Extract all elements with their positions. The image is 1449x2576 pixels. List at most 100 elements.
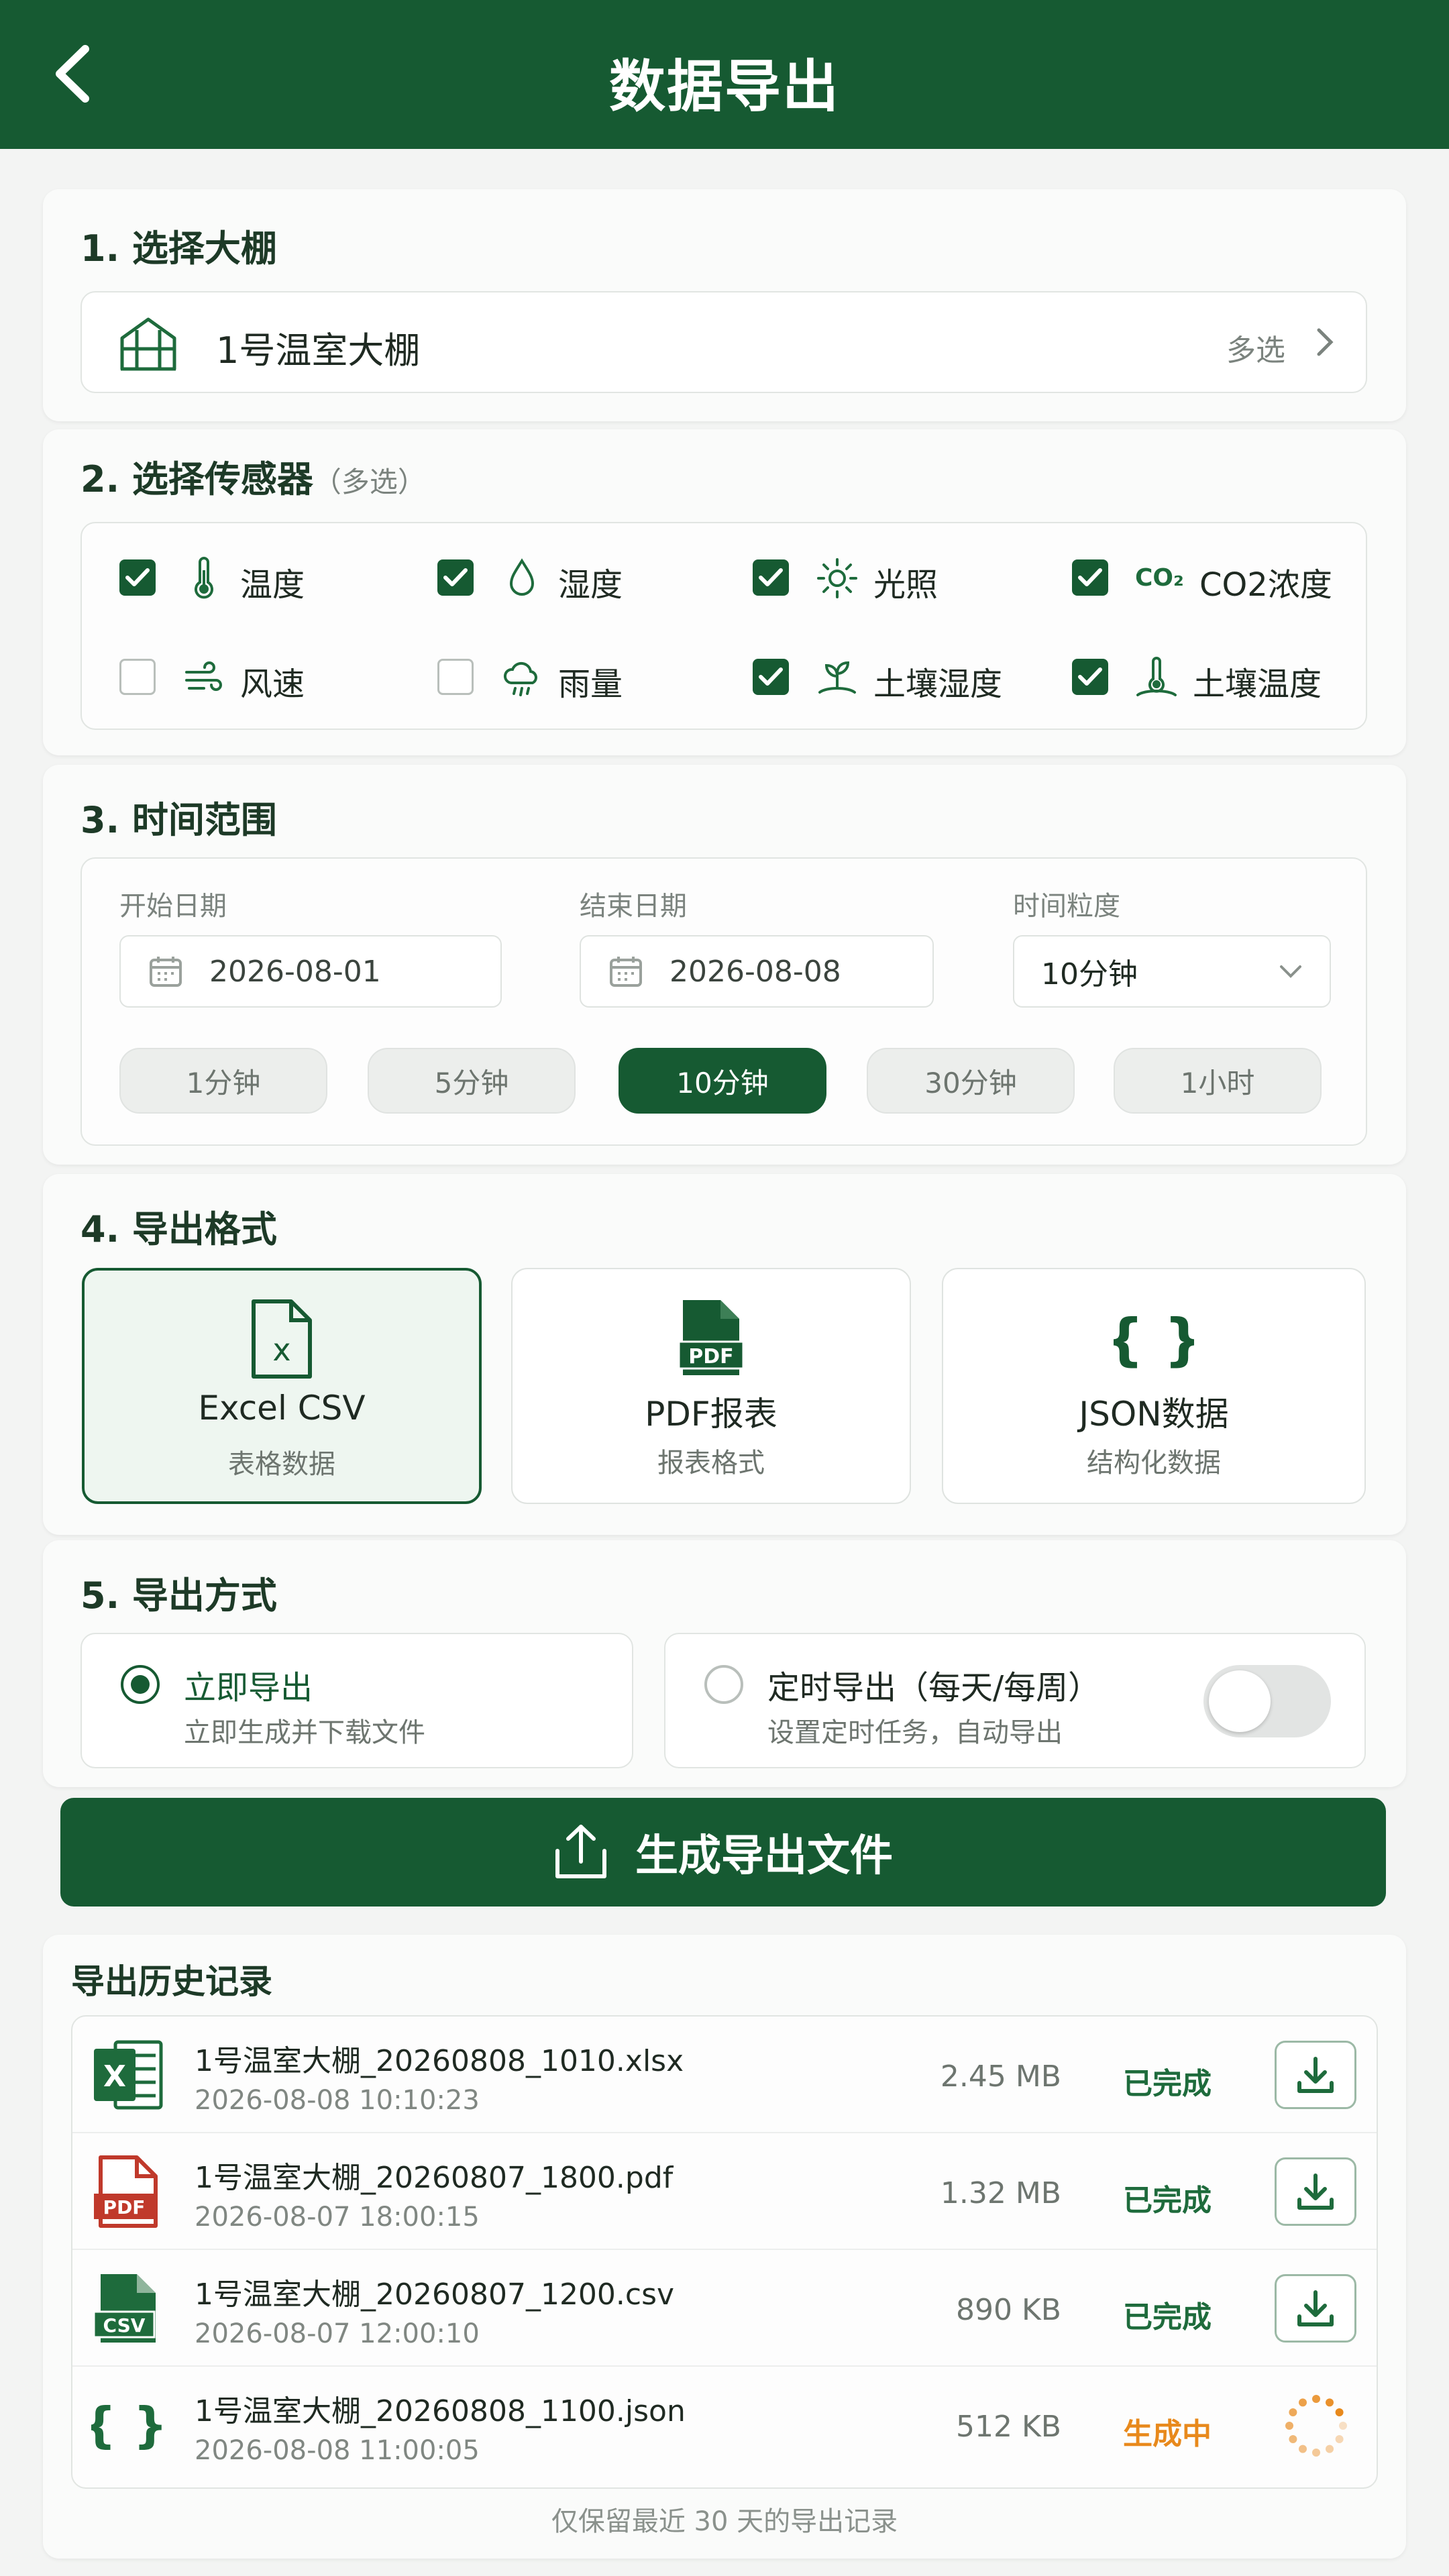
sensor-checkbox[interactable] (753, 659, 789, 695)
section-title: 4. 导出格式 (80, 1208, 277, 1250)
thermometer-icon (182, 557, 225, 600)
chevron-right-icon (1315, 326, 1335, 361)
csv-file-icon: CSV (91, 2271, 165, 2345)
app-header: 数据导出 (0, 0, 1449, 149)
file-size: 1.32 MB (940, 2176, 1061, 2210)
file-size: 890 KB (955, 2293, 1061, 2327)
sensor-checkbox[interactable] (119, 659, 156, 695)
page-title: 数据导出 (608, 54, 840, 119)
sensor-section: 2. 选择传感器（多选） 温度 湿度 光照 CO₂ CO2浓度风速 雨量 土壤湿度 土壤温度 (43, 429, 1406, 755)
wind-icon (182, 656, 225, 699)
granularity-chip[interactable]: 10分钟 (619, 1048, 826, 1114)
download-button[interactable] (1275, 2274, 1356, 2343)
sensor-label: 土壤温度 (1193, 665, 1322, 703)
section-title-text: 2. 选择传感器 (80, 458, 313, 500)
granularity-select[interactable]: 10分钟 (1013, 935, 1331, 1008)
greenhouse-name: 1号温室大棚 (216, 329, 421, 372)
toggle-knob (1209, 1670, 1271, 1732)
file-timestamp: 2026-08-07 18:00:15 (195, 2202, 480, 2233)
json-braces-icon: { } (1104, 1297, 1204, 1381)
sensor-label: 温度 (240, 566, 305, 604)
chevron-down-icon (1279, 964, 1303, 979)
format-desc: 表格数据 (228, 1449, 335, 1480)
file-size: 2.45 MB (940, 2059, 1061, 2094)
status-badge: 生成中 (1123, 2417, 1212, 2451)
greenhouse-section: 1. 选择大棚 1号温室大棚 多选 (43, 189, 1406, 421)
greenhouse-selector[interactable]: 1号温室大棚 多选 (80, 291, 1367, 393)
loading-spinner-icon (1281, 2391, 1351, 2461)
download-icon (1295, 2055, 1336, 2095)
excel-file-icon: x (250, 1299, 314, 1382)
granularity-chip[interactable]: 30分钟 (867, 1048, 1075, 1114)
pdf-file-icon: PDF (91, 2155, 165, 2229)
export-now-radio[interactable] (121, 1665, 160, 1704)
sensor-option[interactable]: 土壤温度 (1072, 655, 1367, 703)
history-title: 导出历史记录 (71, 1962, 272, 2001)
file-name: 1号温室大棚_20260808_1010.xlsx (195, 2044, 684, 2078)
svg-text:x: x (272, 1332, 290, 1368)
status-badge: 已完成 (1123, 2300, 1212, 2334)
multi-select-label: 多选 (1226, 333, 1285, 368)
section-title: 3. 时间范围 (80, 799, 277, 841)
svg-text:X: X (103, 2059, 126, 2094)
section-subtitle: （多选） (313, 466, 426, 498)
format-option[interactable]: { } JSON数据结构化数据 (942, 1268, 1366, 1504)
svg-text:CSV: CSV (103, 2314, 146, 2337)
generate-export-button[interactable]: 生成导出文件 (60, 1798, 1386, 1907)
rain-cloud-icon (500, 656, 543, 699)
svg-text:PDF: PDF (688, 1345, 733, 1368)
file-timestamp: 2026-08-08 11:00:05 (195, 2435, 480, 2466)
end-date-value: 2026-08-08 (669, 954, 841, 989)
granularity-chip[interactable]: 5分钟 (368, 1048, 576, 1114)
sensor-label: 风速 (240, 665, 305, 703)
sensor-label: 土壤湿度 (873, 665, 1003, 703)
schedule-toggle[interactable] (1203, 1665, 1331, 1737)
end-date-field[interactable]: 2026-08-08 (580, 935, 934, 1008)
calendar-icon (149, 955, 182, 987)
file-timestamp: 2026-08-08 10:10:23 (195, 2085, 480, 2116)
format-option[interactable]: PDF PDF报表 报表格式 (511, 1268, 911, 1504)
granularity-chip[interactable]: 1小时 (1114, 1048, 1322, 1114)
download-button[interactable] (1275, 2041, 1356, 2109)
scheduled-export-radio[interactable] (704, 1665, 743, 1704)
scheduled-export-title: 定时导出（每天/每周） (767, 1669, 1101, 1707)
history-footer: 仅保留最近 30 天的导出记录 (551, 2506, 898, 2537)
sensor-checkbox[interactable] (753, 559, 789, 596)
sensor-checkbox[interactable] (1072, 659, 1108, 695)
sensor-option[interactable]: CO₂ CO2浓度 (1072, 555, 1367, 604)
generate-export-label: 生成导出文件 (635, 1831, 893, 1881)
sensor-checkbox[interactable] (437, 659, 474, 695)
scheduled-export-option[interactable]: 定时导出（每天/每周） 设置定时任务，自动导出 (664, 1633, 1366, 1768)
sensor-checkbox[interactable] (1072, 559, 1108, 596)
format-name: JSON数据 (1079, 1395, 1229, 1434)
sensor-option[interactable]: 风速 (119, 655, 415, 703)
file-name: 1号温室大棚_20260807_1200.csv (195, 2277, 675, 2312)
download-button[interactable] (1275, 2157, 1356, 2226)
sensor-option[interactable]: 土壤湿度 (753, 655, 1048, 703)
sensor-checkbox[interactable] (119, 559, 156, 596)
status-badge: 已完成 (1123, 2067, 1212, 2101)
file-timestamp: 2026-08-07 12:00:10 (195, 2318, 480, 2349)
granularity-chip[interactable]: 1分钟 (119, 1048, 327, 1114)
sensor-option[interactable]: 光照 (753, 555, 1048, 604)
format-option[interactable]: x Excel CSV 表格数据 (82, 1268, 482, 1504)
export-now-option[interactable]: 立即导出 立即生成并下载文件 (80, 1633, 633, 1768)
pdf-file-icon: PDF (676, 1297, 746, 1381)
sensor-option[interactable]: 湿度 (437, 555, 733, 604)
sensor-checkbox[interactable] (437, 559, 474, 596)
sensor-grid: 温度 湿度 光照 CO₂ CO2浓度风速 雨量 土壤湿度 土壤温度 (80, 522, 1367, 730)
sensor-option[interactable]: 雨量 (437, 655, 733, 703)
history-row: { } 1号温室大棚_20260808_1100.json 2026-08-08 1… (72, 2367, 1377, 2483)
start-date-field[interactable]: 2026-08-01 (119, 935, 502, 1008)
format-desc: 报表格式 (657, 1448, 765, 1479)
file-name: 1号温室大棚_20260807_1800.pdf (195, 2161, 674, 2195)
section-title: 5. 导出方式 (80, 1574, 277, 1617)
svg-text:{ }: { } (91, 2397, 165, 2453)
file-name: 1号温室大棚_20260808_1100.json (195, 2394, 686, 2428)
sensor-option[interactable]: 温度 (119, 555, 415, 604)
granularity-value: 10分钟 (1041, 957, 1138, 991)
sensor-label: CO2浓度 (1199, 566, 1332, 604)
granularity-label: 时间粒度 (1013, 891, 1120, 922)
svg-text:{ }: { } (1114, 1307, 1194, 1373)
json-braces-icon: { } (82, 2388, 168, 2462)
